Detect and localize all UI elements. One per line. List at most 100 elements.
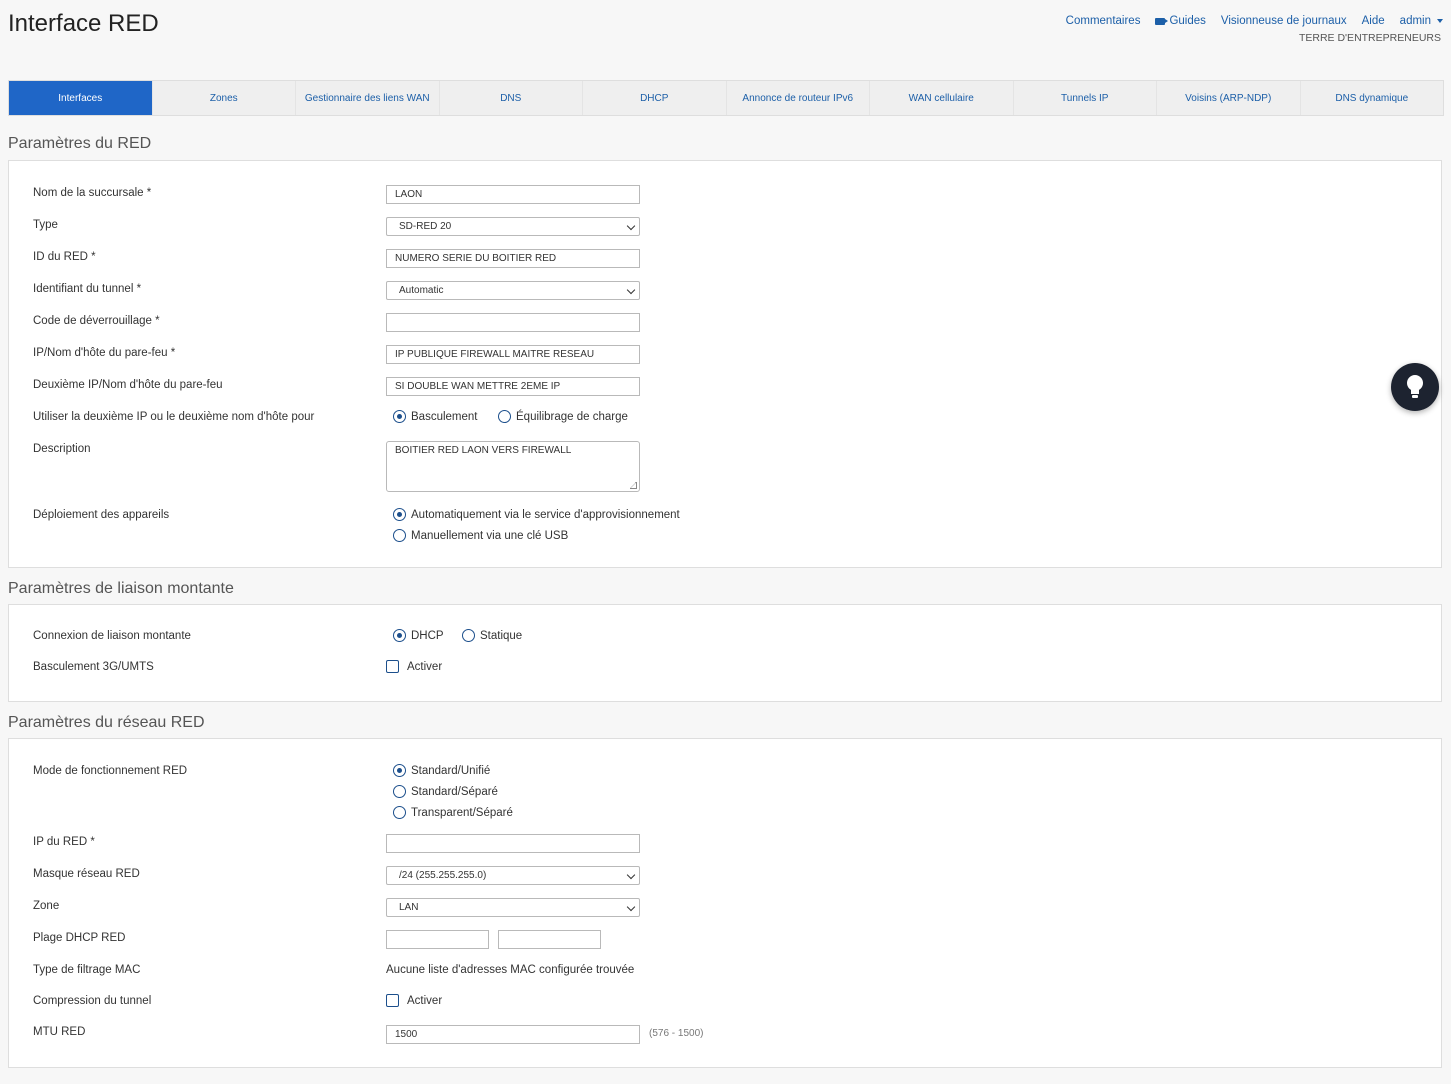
chevron-down-icon (626, 221, 636, 231)
second-firewall-host-input[interactable]: SI DOUBLE WAN METTRE 2EME IP (386, 377, 640, 396)
tab-zones[interactable]: Zones (153, 81, 296, 115)
mac-filter-label: Type de filtrage MAC (33, 964, 141, 976)
deploy-auto-radio-label: Automatiquement via le service d'approvi… (411, 508, 680, 521)
tunnel-id-select[interactable]: Automatic (386, 281, 640, 300)
firewall-host-input[interactable]: IP PUBLIQUE FIREWALL MAITRE RESEAU (386, 345, 640, 364)
network-settings-panel: Mode de fonctionnement RED Standard/Unif… (8, 738, 1442, 1068)
chevron-down-icon (626, 902, 636, 912)
netmask-label: Masque réseau RED (33, 868, 140, 880)
failover-radio[interactable]: Basculement (393, 410, 477, 423)
deploy-usb-radio-control[interactable] (393, 529, 406, 542)
organization-name: TERRE D'ENTREPRENEURS (1298, 32, 1441, 44)
dhcp-range-label: Plage DHCP RED (33, 932, 126, 944)
deploy-auto-radio-control[interactable] (393, 508, 406, 521)
netmask-select[interactable]: /24 (255.255.255.0) (386, 866, 640, 885)
tunnel-id-label: Identifiant du tunnel * (33, 283, 142, 295)
dhcp-range-end-input[interactable] (498, 930, 601, 949)
branch-name-label: Nom de la succursale * (33, 187, 152, 199)
chevron-down-icon (626, 870, 636, 880)
mode-standard-unified-label: Standard/Unifié (411, 764, 491, 777)
tunnel-compression-label: Compression du tunnel (33, 995, 152, 1007)
type-select[interactable]: SD-RED 20 (386, 217, 640, 236)
second-use-label: Utiliser la deuxième IP ou le deuxième n… (33, 411, 315, 423)
red-settings-panel: Nom de la succursale * LAON Type SD-RED … (8, 160, 1442, 568)
help-link[interactable]: Aide (1362, 15, 1385, 27)
mode-standard-separate-radio[interactable]: Standard/Séparé (393, 785, 498, 798)
deploy-usb-radio-label: Manuellement via une clé USB (411, 529, 569, 542)
uplink-static-radio-control[interactable] (462, 629, 475, 642)
red-mode-label: Mode de fonctionnement RED (33, 765, 188, 777)
second-firewall-host-label: Deuxième IP/Nom d'hôte du pare-feu (33, 379, 223, 391)
netmask-select-value: /24 (255.255.255.0) (399, 870, 487, 881)
tips-button[interactable] (1391, 363, 1439, 411)
tunnel-compression-checkbox-control[interactable] (386, 994, 399, 1007)
mtu-input[interactable]: 1500 (386, 1025, 640, 1044)
branch-name-input[interactable]: LAON (386, 185, 640, 204)
caret-down-icon (1437, 19, 1443, 23)
mode-transparent-separate-radio-control[interactable] (393, 806, 406, 819)
mac-filter-value: Aucune liste d'adresses MAC configurée t… (386, 964, 635, 976)
tab-ip-tunnels[interactable]: Tunnels IP (1014, 81, 1157, 115)
uplink-dhcp-radio-label: DHCP (411, 629, 444, 642)
tab-neighbors[interactable]: Voisins (ARP-NDP) (1157, 81, 1301, 115)
tab-dhcp[interactable]: DHCP (583, 81, 727, 115)
load-balancing-radio[interactable]: Équilibrage de charge (498, 410, 628, 423)
uplink-connection-label: Connexion de liaison montante (33, 630, 191, 642)
uplink-settings-title: Paramètres de liaison montante (8, 580, 234, 597)
failover-3g-label: Basculement 3G/UMTS (33, 661, 154, 673)
load-balancing-radio-control[interactable] (498, 410, 511, 423)
deploy-usb-radio[interactable]: Manuellement via une clé USB (393, 529, 568, 542)
uplink-dhcp-radio[interactable]: DHCP (393, 629, 444, 642)
zone-select[interactable]: LAN (386, 898, 640, 917)
failover-3g-checkbox-control[interactable] (386, 660, 399, 673)
network-settings-title: Paramètres du réseau RED (8, 714, 205, 731)
log-viewer-link[interactable]: Visionneuse de journaux (1221, 15, 1347, 27)
tab-wan-link-manager[interactable]: Gestionnaire des liens WAN (296, 81, 440, 115)
red-ip-label: IP du RED * (33, 836, 95, 848)
tab-dynamic-dns[interactable]: DNS dynamique (1301, 81, 1444, 115)
uplink-settings-panel: Connexion de liaison montante DHCP Stati… (8, 604, 1442, 702)
type-label: Type (33, 219, 58, 231)
guides-link[interactable]: Guides (1155, 15, 1206, 27)
red-ip-input[interactable] (386, 834, 640, 853)
unlock-code-input[interactable] (386, 313, 640, 332)
comments-link[interactable]: Commentaires (1066, 15, 1141, 27)
dhcp-range-start-input[interactable] (386, 930, 489, 949)
mode-standard-unified-radio[interactable]: Standard/Unifié (393, 764, 490, 777)
zone-select-value: LAN (399, 902, 419, 913)
unlock-code-label: Code de déverrouillage * (33, 315, 160, 327)
chevron-down-icon (626, 285, 636, 295)
red-settings-title: Paramètres du RED (8, 135, 152, 152)
type-select-value: SD-RED 20 (399, 221, 452, 232)
resize-grip-icon[interactable] (630, 482, 637, 489)
tab-cellular-wan[interactable]: WAN cellulaire (870, 81, 1014, 115)
red-id-label: ID du RED * (33, 251, 96, 263)
mode-standard-separate-radio-control[interactable] (393, 785, 406, 798)
top-navigation: Commentaires Guides Visionneuse de journ… (1066, 15, 1443, 27)
failover-radio-label: Basculement (411, 410, 478, 423)
tunnel-compression-checkbox[interactable]: Activer (386, 994, 442, 1007)
zone-label: Zone (33, 900, 60, 912)
mode-transparent-separate-radio[interactable]: Transparent/Séparé (393, 806, 513, 819)
user-menu[interactable]: admin (1400, 15, 1443, 27)
uplink-static-radio[interactable]: Statique (462, 629, 522, 642)
video-camera-icon (1155, 17, 1169, 25)
load-balancing-radio-label: Équilibrage de charge (516, 410, 628, 423)
failover-3g-checkbox[interactable]: Activer (386, 660, 442, 673)
description-textarea[interactable]: BOITIER RED LAON VERS FIREWALL (386, 441, 640, 492)
page-title: Interface RED (8, 10, 159, 37)
tab-ipv6-router-advertisement[interactable]: Annonce de routeur IPv6 (727, 81, 870, 115)
user-menu-label: admin (1399, 15, 1431, 27)
description-text: BOITIER RED LAON VERS FIREWALL (395, 445, 572, 456)
failover-radio-control[interactable] (393, 410, 406, 423)
uplink-dhcp-radio-control[interactable] (393, 629, 406, 642)
deployment-label: Déploiement des appareils (33, 509, 170, 521)
tab-interfaces[interactable]: Interfaces (9, 81, 153, 115)
uplink-static-radio-label: Statique (480, 629, 523, 642)
red-id-input[interactable]: NUMERO SERIE DU BOITIER RED (386, 249, 640, 268)
mode-transparent-separate-label: Transparent/Séparé (411, 806, 513, 819)
failover-3g-checkbox-label: Activer (407, 660, 443, 673)
tab-dns[interactable]: DNS (440, 81, 583, 115)
mode-standard-unified-radio-control[interactable] (393, 764, 406, 777)
deploy-auto-radio[interactable]: Automatiquement via le service d'approvi… (393, 508, 680, 521)
